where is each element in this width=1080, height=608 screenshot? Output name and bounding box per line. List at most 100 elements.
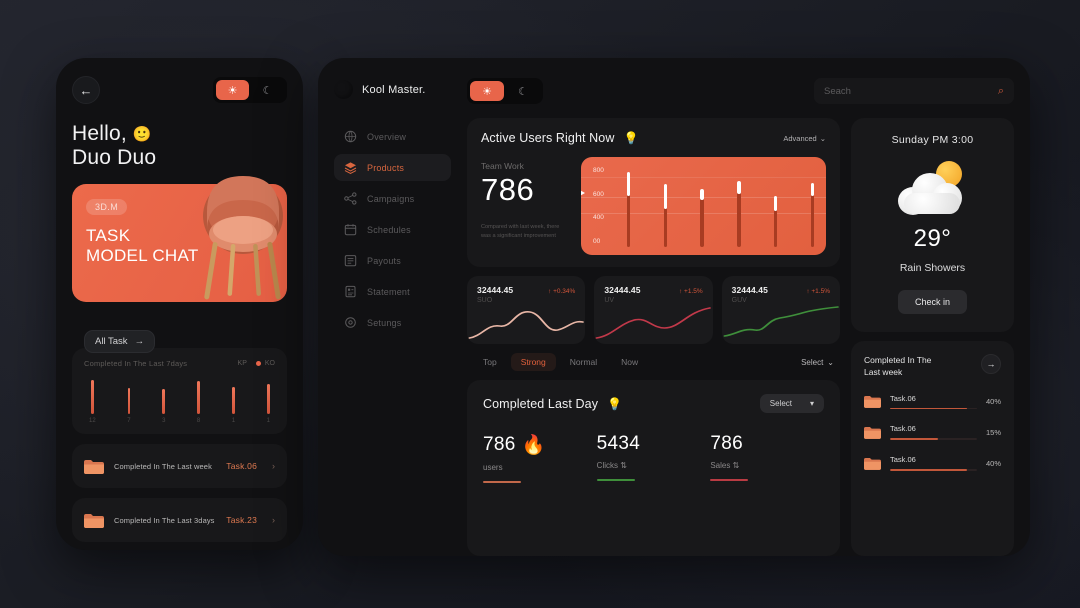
sparkline-chart [595,307,712,339]
weather-temperature: 29° [913,225,952,252]
sparkline-chart [468,311,584,339]
list-item[interactable]: Completed In The Last week Task.06 › [72,444,287,488]
search-input[interactable] [824,85,990,97]
chart-bar [737,180,741,247]
legend-label-kp: KP [237,360,247,367]
task-progress-bar [890,469,977,472]
tasks-forward-button[interactable]: → [981,354,1001,374]
task-percent: 15% [985,427,1001,437]
phone-theme-toggle[interactable]: ☀ ☾ [213,77,287,103]
theme-light-option[interactable]: ☀ [470,81,504,101]
phone-mockup: ← ☀ ☾ Hello, 🙂 Duo Duo 3D.M TASK MODEL C… [56,58,303,550]
theme-dark-option[interactable]: ☾ [506,81,540,101]
chart-bar [663,184,668,247]
phone-bar-column: 8 [197,381,200,424]
task-list: Task.06 40% Task.06 15% Task.06 40% [864,394,1001,472]
phone-topbar: ← ☀ ☾ [72,76,287,104]
phone-bar-column: 1 [267,384,270,424]
y-tick-label: 00 [593,237,601,245]
stat-underline [710,479,749,481]
legend-label-ko: KO [264,360,275,367]
side-column: Sunday PM 3:00 29° Rain Showers Check in [851,118,1014,556]
check-in-button[interactable]: Check in [897,290,967,314]
mini-stat-card[interactable]: 32444.45 ↑ +1.5% GUV [721,276,840,344]
chair-illustration [203,176,283,300]
sidebar-item-products[interactable]: Products [334,154,451,181]
search-icon[interactable]: ⌕ [998,85,1004,98]
sidebar-item-label: Products [367,162,405,173]
all-task-label: All Task [95,336,128,347]
sidebar-item-setungs[interactable]: Setungs [334,309,451,336]
mini-stat-delta: ↑ +1.5% [806,288,830,295]
chart-bar [810,183,814,247]
theme-light-option[interactable]: ☀ [216,80,249,100]
task-progress-bar [890,407,977,410]
all-task-button[interactable]: All Task → [84,330,156,353]
phone-bar-column: 3 [162,389,165,424]
phone-bar [91,380,94,414]
active-users-note: Compared with last week, there was a sig… [481,224,560,239]
tab-now[interactable]: Now [611,353,648,371]
phone-bar-label: 1 [231,418,236,424]
search-bar[interactable]: ⌕ [814,78,1014,104]
back-button[interactable]: ← [72,76,100,104]
completed-last-day-panel: Completed Last Day 💡 Select ▾ 786 🔥 users 5… [467,380,840,556]
team-work-label: Team Work [481,161,524,171]
tab-strong[interactable]: Strong [510,353,556,371]
sidebar-item-payouts[interactable]: Payouts [334,247,451,274]
sidebar-item-statement[interactable]: Statement [334,278,451,305]
hero-card[interactable]: 3D.M TASK MODEL CHAT [72,176,287,302]
completed-select-dropdown[interactable]: Select ▾ [759,394,824,413]
tab-list: Top Strong Normal Now [473,353,648,371]
chart-y-axis: 800 600 400 00 [593,167,604,245]
list-item[interactable]: Completed In The Last 3days Task.23 › [72,498,287,542]
sidebar-item-label: Setungs [367,317,402,328]
tab-top[interactable]: Top [473,353,507,371]
dashboard-window: Kool Master. Overview Products Campaigns Sc… [318,58,1030,556]
sidebar-item-campaigns[interactable]: Campaigns [334,185,451,212]
bulb-icon: 💡 [623,131,639,145]
sidebar: Kool Master. Overview Products Campaigns Sc… [318,58,463,556]
task-row[interactable]: Task.06 15% [864,424,1001,441]
phone-bar-label: 12 [89,418,96,424]
dashboard-theme-toggle[interactable]: ☀ ☾ [467,78,543,104]
sidebar-item-schedules[interactable]: Schedules [334,216,451,243]
arrow-left-icon: ← [79,82,93,98]
chart-bar-highlight [810,183,814,196]
legend-dot-icon [255,361,261,366]
phone-bar [197,381,200,414]
list-icon [344,255,357,267]
brand-name: Kool Master. [362,83,426,96]
task-row[interactable]: Task.06 40% [864,394,1001,410]
completed-select-label: Select [769,399,792,408]
chart-bar-highlight [773,195,778,211]
advanced-dropdown[interactable]: Advanced ⌄ [783,134,826,143]
mini-stat-card[interactable]: 32444.45 ↑ +1.5% UV [594,276,713,344]
cloud-shape [897,173,964,215]
phone-bar [127,388,131,414]
folder-icon [84,459,104,474]
task-row[interactable]: Task.06 40% [864,455,1001,472]
sidebar-item-label: Overview [367,131,407,142]
sidebar-item-overview[interactable]: Overview [334,123,451,150]
stat-label: Sales ⇅ [710,461,740,470]
caret-down-icon: ▾ [809,399,814,408]
phone-bar-column: 1 [232,387,235,424]
phone-chart-title: Completed In The Last 7days [84,359,188,368]
task-percent: 40% [985,397,1001,407]
sidebar-item-label: Statement [367,286,410,297]
mini-stat-delta: ↑ +1.5% [678,288,703,295]
list-item-value: Task.23 [226,515,257,525]
phone-bar-column: 12 [89,380,96,424]
bulb-icon: 💡 [607,396,623,411]
chevron-right-icon: › [272,515,275,525]
mini-stat-delta: ↑ +0.34% [548,288,576,295]
chart-bar-highlight [737,180,741,195]
tabs-select-dropdown[interactable]: Select ⌄ [801,358,834,367]
theme-dark-option[interactable]: ☾ [251,80,284,100]
mini-stat-card[interactable]: 32444.45 ↑ +0.34% SUO [467,276,586,344]
active-users-bar-chart: 800 600 400 00 [581,157,826,255]
stat-item: 786 Sales ⇅ [710,433,824,483]
tab-normal[interactable]: Normal [560,353,607,371]
tabs-select-label: Select [801,357,824,367]
